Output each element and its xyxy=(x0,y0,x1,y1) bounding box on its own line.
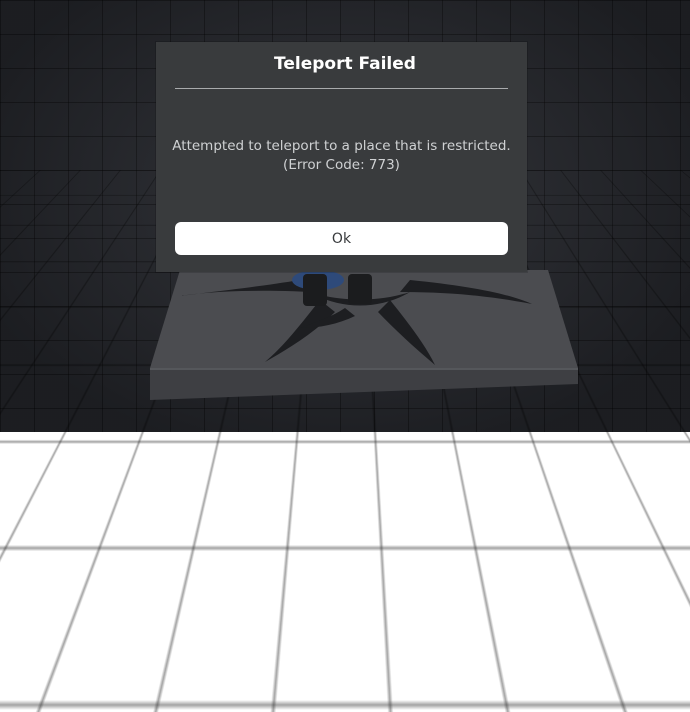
title-divider xyxy=(175,88,508,89)
spawn-platform xyxy=(150,270,578,400)
dialog-title: Teleport Failed xyxy=(274,54,416,74)
error-message-text: Attempted to teleport to a place that is… xyxy=(172,138,511,154)
error-code-text: (Error Code: 773) xyxy=(283,157,400,173)
ok-button[interactable]: Ok xyxy=(175,222,508,255)
dialog-message: Attempted to teleport to a place that is… xyxy=(156,137,527,175)
